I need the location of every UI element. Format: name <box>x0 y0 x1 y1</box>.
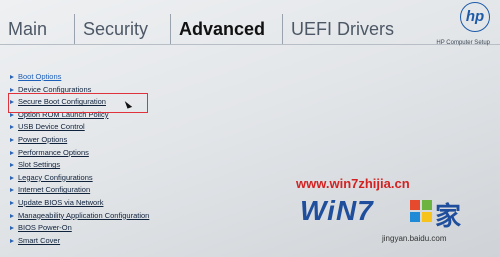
menu-item-performance-options[interactable]: Performance Options <box>10 147 290 160</box>
tab-bar: Main Security Advanced UEFI Drivers <box>0 14 470 44</box>
menu-item-label: USB Device Control <box>18 122 85 132</box>
arrow-bullet-icon <box>10 125 14 130</box>
tab-main[interactable]: Main <box>0 14 47 44</box>
arrow-bullet-icon <box>10 163 14 168</box>
menu-item-bios-power-on[interactable]: BIOS Power-On <box>10 222 290 235</box>
watermark-brand: WiN7 <box>300 195 374 226</box>
menu-item-label: Legacy Configurations <box>18 172 93 182</box>
watermark-brand-suffix: 家 <box>435 202 462 232</box>
menu-item-label: Manageability Application Configuration <box>18 210 150 220</box>
arrow-bullet-icon <box>10 150 14 155</box>
menu-item-label: Internet Configuration <box>18 185 91 195</box>
menu-item-usb-device-control[interactable]: USB Device Control <box>10 121 290 134</box>
menu-item-label: Slot Settings <box>18 160 61 170</box>
menu-item-power-options[interactable]: Power Options <box>10 134 290 147</box>
menu-item-internet-configuration[interactable]: Internet Configuration <box>10 184 290 197</box>
bios-setup-screen: Main Security Advanced UEFI Drivers hp H… <box>0 0 500 257</box>
hp-logo: hp <box>460 2 490 32</box>
arrow-bullet-icon <box>10 226 14 231</box>
arrow-bullet-icon <box>10 238 14 243</box>
menu-item-label: Update BIOS via Network <box>18 197 104 207</box>
tab-divider <box>0 44 500 45</box>
arrow-bullet-icon <box>10 200 14 205</box>
arrow-bullet-icon <box>10 112 14 117</box>
tab-advanced[interactable]: Advanced <box>170 14 265 44</box>
tab-security[interactable]: Security <box>74 14 148 44</box>
menu-item-label: BIOS Power-On <box>18 223 72 233</box>
menu-item-label: Performance Options <box>18 147 89 157</box>
setup-title: HP Computer Setup <box>436 40 490 46</box>
arrow-bullet-icon <box>10 137 14 142</box>
menu-item-smart-cover[interactable]: Smart Cover <box>10 235 290 248</box>
menu-item-update-bios-via-network[interactable]: Update BIOS via Network <box>10 197 290 210</box>
menu-item-legacy-configurations[interactable]: Legacy Configurations <box>10 172 290 185</box>
arrow-bullet-icon <box>10 188 14 193</box>
arrow-bullet-icon <box>10 213 14 218</box>
windows-logo-icon <box>410 200 432 222</box>
menu-item-boot-options[interactable]: Boot Options <box>10 71 290 84</box>
watermark-url: www.win7zhijia.cn <box>296 176 410 191</box>
arrow-bullet-icon <box>10 87 14 92</box>
tab-uefi-drivers[interactable]: UEFI Drivers <box>282 14 394 44</box>
menu-item-label: Power Options <box>18 134 68 144</box>
watermark-baidu: jingyan.baidu.com <box>382 234 447 243</box>
menu-item-manageability-application-configuration[interactable]: Manageability Application Configuration <box>10 210 290 223</box>
menu-item-label: Boot Options <box>18 72 62 81</box>
arrow-bullet-icon <box>10 75 14 80</box>
menu-item-slot-settings[interactable]: Slot Settings <box>10 159 290 172</box>
menu-item-label: Smart Cover <box>18 235 61 245</box>
arrow-bullet-icon <box>10 175 14 180</box>
